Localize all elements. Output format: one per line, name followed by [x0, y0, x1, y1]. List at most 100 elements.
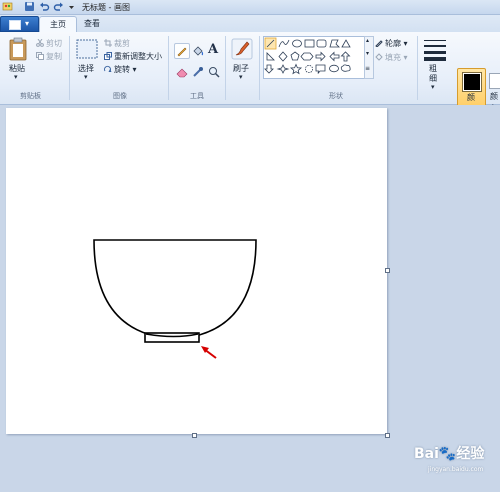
undo-icon[interactable] [39, 1, 50, 12]
pencil-icon[interactable] [174, 43, 190, 59]
color1-swatch [462, 72, 482, 92]
copy-button[interactable]: 复制 [36, 51, 62, 62]
chevron-down-icon: ▾ [401, 39, 408, 48]
tab-view[interactable]: 查看 [78, 16, 106, 31]
cut-label: 剪切 [46, 39, 62, 48]
curve-shape-icon [278, 39, 290, 48]
group-divider [69, 36, 70, 100]
chevron-down-icon: ▾ [401, 53, 408, 62]
chevron-down-icon: ▾ [239, 73, 243, 81]
outline-button[interactable]: 轮廓 ▾ [375, 38, 408, 49]
line-shape-icon [264, 37, 277, 50]
line-size-icon[interactable] [424, 38, 446, 61]
chevron-down-icon: ▾ [84, 73, 88, 81]
watermark-url: jingyan.baidu.com [428, 466, 484, 473]
diamond-shape-icon [278, 51, 288, 62]
bowl-outline [93, 239, 257, 340]
rectangle-shape-icon [304, 39, 315, 48]
color-picker-icon[interactable] [190, 64, 206, 80]
outline-label: 轮廓 [385, 39, 401, 48]
right-arrow-shape-icon [315, 51, 326, 62]
group-divider [225, 36, 226, 100]
polygon-shape-icon [329, 39, 340, 48]
text-tool-icon[interactable]: A [208, 42, 218, 57]
color1-label-line1: 颜 [467, 93, 475, 102]
rotate-icon [104, 65, 112, 72]
scroll-up-icon: ▴ [366, 37, 370, 44]
group-divider [259, 36, 260, 100]
title-bar: 无标题 - 画图 [0, 0, 500, 15]
document-icon [9, 20, 21, 30]
oval-shape-icon [292, 39, 302, 48]
group-divider [417, 36, 418, 100]
tab-home[interactable]: 主页 [39, 16, 77, 32]
shapes-gallery [263, 36, 365, 79]
brush-icon[interactable] [231, 38, 253, 60]
expand-gallery-icon: ≡ [365, 65, 371, 72]
paint-app-icon [2, 2, 13, 11]
copy-label: 复制 [46, 52, 62, 61]
chevron-down-icon: ▾ [25, 19, 30, 28]
fill-bucket-icon [375, 53, 383, 61]
fill-label: 填充 [385, 53, 401, 62]
right-triangle-shape-icon [266, 52, 275, 61]
rotate-label: 旋转 [114, 65, 130, 74]
cloud-callout-shape-icon [340, 64, 351, 72]
group-divider [168, 36, 169, 100]
bowl-drawing [93, 239, 257, 359]
resize-handle-bottom[interactable] [192, 433, 197, 438]
color2-label-line1: 颜 [490, 92, 498, 101]
resize-label: 重新调整大小 [114, 52, 162, 61]
group-label-image: 图像 [113, 92, 127, 100]
red-arrow-icon [201, 346, 217, 359]
crop-button[interactable]: 裁剪 [104, 38, 130, 49]
clipboard-icon[interactable] [8, 37, 28, 61]
outline-pencil-icon [375, 40, 383, 47]
watermark-logo: Bai🐾经验 [414, 446, 485, 462]
resize-handle-corner[interactable] [385, 433, 390, 438]
resize-handle-right[interactable] [385, 268, 390, 273]
four-point-star-shape-icon [276, 64, 290, 74]
resize-button[interactable]: 重新调整大小 [104, 51, 162, 62]
window-title: 无标题 - 画图 [82, 3, 130, 12]
rounded-callout-shape-icon [315, 64, 326, 74]
six-point-star-shape-icon [305, 64, 314, 73]
down-arrow-shape-icon [264, 64, 274, 74]
crop-label: 裁剪 [114, 39, 130, 48]
color2-swatch [489, 73, 500, 89]
left-arrow-shape-icon [329, 51, 340, 62]
chevron-down-icon: ▾ [130, 65, 137, 74]
hexagon-shape-icon [300, 52, 314, 61]
customize-quick-access-icon[interactable] [66, 1, 77, 12]
crop-icon [104, 39, 112, 47]
chevron-down-icon: ▾ [14, 73, 18, 81]
rotate-button[interactable]: 旋转 ▾ [104, 64, 137, 75]
copy-icon [36, 52, 44, 60]
rounded-rectangle-shape-icon [316, 39, 327, 48]
shapes-scrollbar[interactable]: ▴ ▾ ≡ [364, 36, 374, 79]
fill-bucket-icon[interactable] [190, 43, 206, 59]
group-label-tools: 工具 [190, 92, 204, 100]
save-icon[interactable] [24, 1, 35, 12]
group-label-shapes: 形状 [329, 92, 343, 100]
chevron-down-icon: ▾ [431, 83, 435, 91]
paint-menu-button[interactable]: ▾ [0, 16, 39, 32]
fill-button[interactable]: 填充 ▾ [375, 52, 408, 63]
resize-icon [104, 52, 112, 60]
scissors-icon [36, 39, 44, 47]
select-rectangle-icon[interactable] [76, 39, 98, 59]
pentagon-shape-icon [290, 51, 300, 61]
oval-callout-shape-icon [329, 64, 339, 73]
ribbon: 粘贴 ▾ 剪切 复制 剪贴板 选择 ▾ 裁剪 重新调整大小 旋转 ▾ 图像 A … [0, 32, 500, 123]
group-label-clipboard: 剪贴板 [20, 92, 41, 100]
redo-icon[interactable] [53, 1, 64, 12]
cut-button[interactable]: 剪切 [36, 38, 62, 49]
ribbon-tab-row: ▾ 主页 查看 [0, 15, 500, 32]
shapes-grid [264, 37, 351, 75]
eraser-icon[interactable] [174, 64, 190, 80]
drawing-canvas[interactable] [6, 108, 387, 434]
up-arrow-shape-icon [340, 51, 351, 62]
five-point-star-shape-icon [289, 63, 303, 75]
canvas-workspace[interactable] [0, 105, 500, 492]
magnifier-icon[interactable] [206, 64, 222, 80]
